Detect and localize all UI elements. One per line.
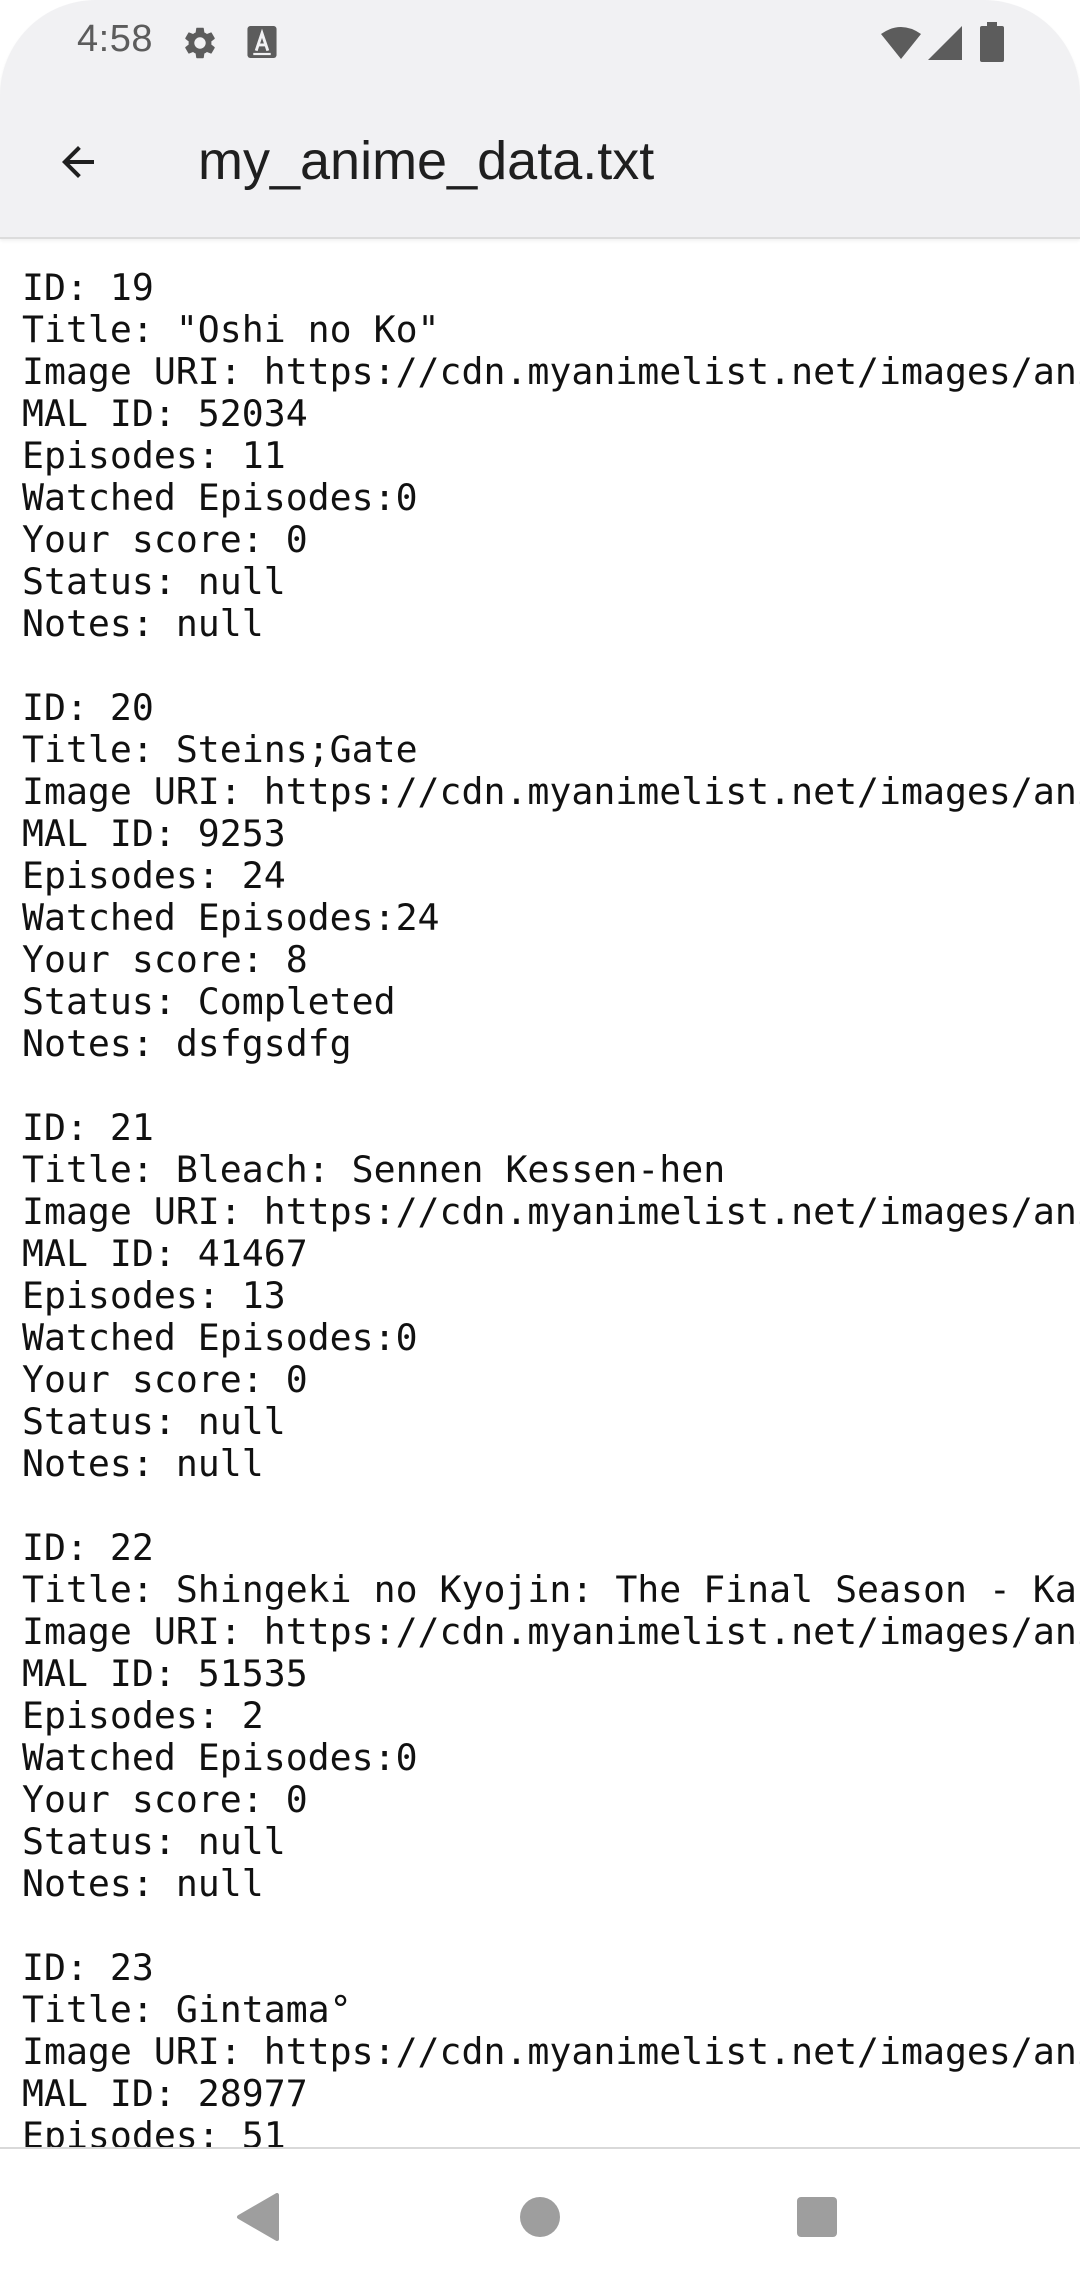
font-icon	[247, 26, 277, 58]
home-circle-icon	[520, 2197, 560, 2237]
file-line: Episodes: 51	[22, 2114, 286, 2148]
file-line: MAL ID: 41467	[22, 1232, 308, 1275]
file-line: Title: Shingeki no Kyojin: The Final Sea…	[22, 1568, 1080, 1611]
app-bar: my_anime_data.txt	[0, 90, 1080, 237]
file-line: Status: null	[22, 560, 286, 603]
file-content-viewer[interactable]: ID: 19 Title: "Oshi no Ko" Image URI: http…	[0, 237, 1080, 2147]
file-line: MAL ID: 9253	[22, 812, 286, 855]
recents-square-icon	[797, 2197, 837, 2237]
screen: 4:58 my_anime_data.txt ID: 19 Title: "Os…	[0, 0, 1080, 2280]
file-line: Title: Bleach: Sennen Kessen-hen	[22, 1148, 726, 1191]
system-nav-bar	[0, 2147, 1080, 2280]
file-line: MAL ID: 51535	[22, 1652, 308, 1695]
status-time: 4:58	[77, 18, 153, 60]
file-line: ID: 20	[22, 686, 154, 729]
top-app-area: 4:58 my_anime_data.txt	[0, 0, 1080, 239]
back-triangle-icon	[237, 2193, 279, 2241]
wifi-icon	[881, 27, 921, 59]
page-title: my_anime_data.txt	[198, 131, 655, 191]
arrow-left-icon	[62, 146, 94, 178]
file-line: Your score: 0	[22, 518, 308, 561]
file-line: Notes: dsfgsdfg	[22, 1022, 352, 1065]
file-line: ID: 19	[22, 266, 154, 309]
file-line: Notes: null	[22, 1862, 264, 1905]
file-line: Title: Gintama°	[22, 1988, 352, 2031]
file-line: ID: 23	[22, 1946, 154, 1989]
file-line: Image URI: https://cdn.myanimelist.net/i…	[22, 350, 1080, 393]
file-text: ID: 19 Title: "Oshi no Ko" Image URI: http…	[22, 266, 1080, 2148]
file-line: Your score: 0	[22, 1778, 308, 1821]
file-line: Image URI: https://cdn.myanimelist.net/i…	[22, 770, 1080, 813]
file-line: Image URI: https://cdn.myanimelist.net/i…	[22, 2030, 1080, 2073]
file-line: Watched Episodes:0	[22, 1736, 418, 1779]
file-line: Status: Completed	[22, 980, 396, 1023]
signal-icon	[928, 26, 962, 60]
file-line: Image URI: https://cdn.myanimelist.net/i…	[22, 1190, 1080, 1233]
file-line: Title: Steins;Gate	[22, 728, 418, 771]
file-line: ID: 22	[22, 1526, 154, 1569]
file-line: Status: null	[22, 1820, 286, 1863]
file-line: Title: "Oshi no Ko"	[22, 308, 440, 351]
back-button[interactable]	[38, 122, 118, 202]
nav-home-button[interactable]	[505, 2182, 575, 2252]
file-line: Watched Episodes:0	[22, 1316, 418, 1359]
file-line: Episodes: 13	[22, 1274, 286, 1317]
file-line: Notes: null	[22, 602, 264, 645]
nav-recents-button[interactable]	[782, 2182, 852, 2252]
file-line: MAL ID: 52034	[22, 392, 308, 435]
file-line: Your score: 8	[22, 938, 308, 981]
file-line: Watched Episodes:24	[22, 896, 440, 939]
file-line: ID: 21	[22, 1106, 154, 1149]
nav-back-button[interactable]	[223, 2182, 293, 2252]
file-line: Image URI: https://cdn.myanimelist.net/i…	[22, 1610, 1080, 1653]
file-line: Your score: 0	[22, 1358, 308, 1401]
file-line: Episodes: 24	[22, 854, 286, 897]
file-line: Status: null	[22, 1400, 286, 1443]
battery-icon	[980, 22, 1004, 62]
file-line: MAL ID: 28977	[22, 2072, 308, 2115]
file-line: Episodes: 2	[22, 1694, 264, 1737]
file-line: Notes: null	[22, 1442, 264, 1485]
file-line: Watched Episodes:0	[22, 476, 418, 519]
gear-icon	[185, 27, 215, 59]
status-bar: 4:58	[0, 0, 1080, 90]
file-line: Episodes: 11	[22, 434, 286, 477]
